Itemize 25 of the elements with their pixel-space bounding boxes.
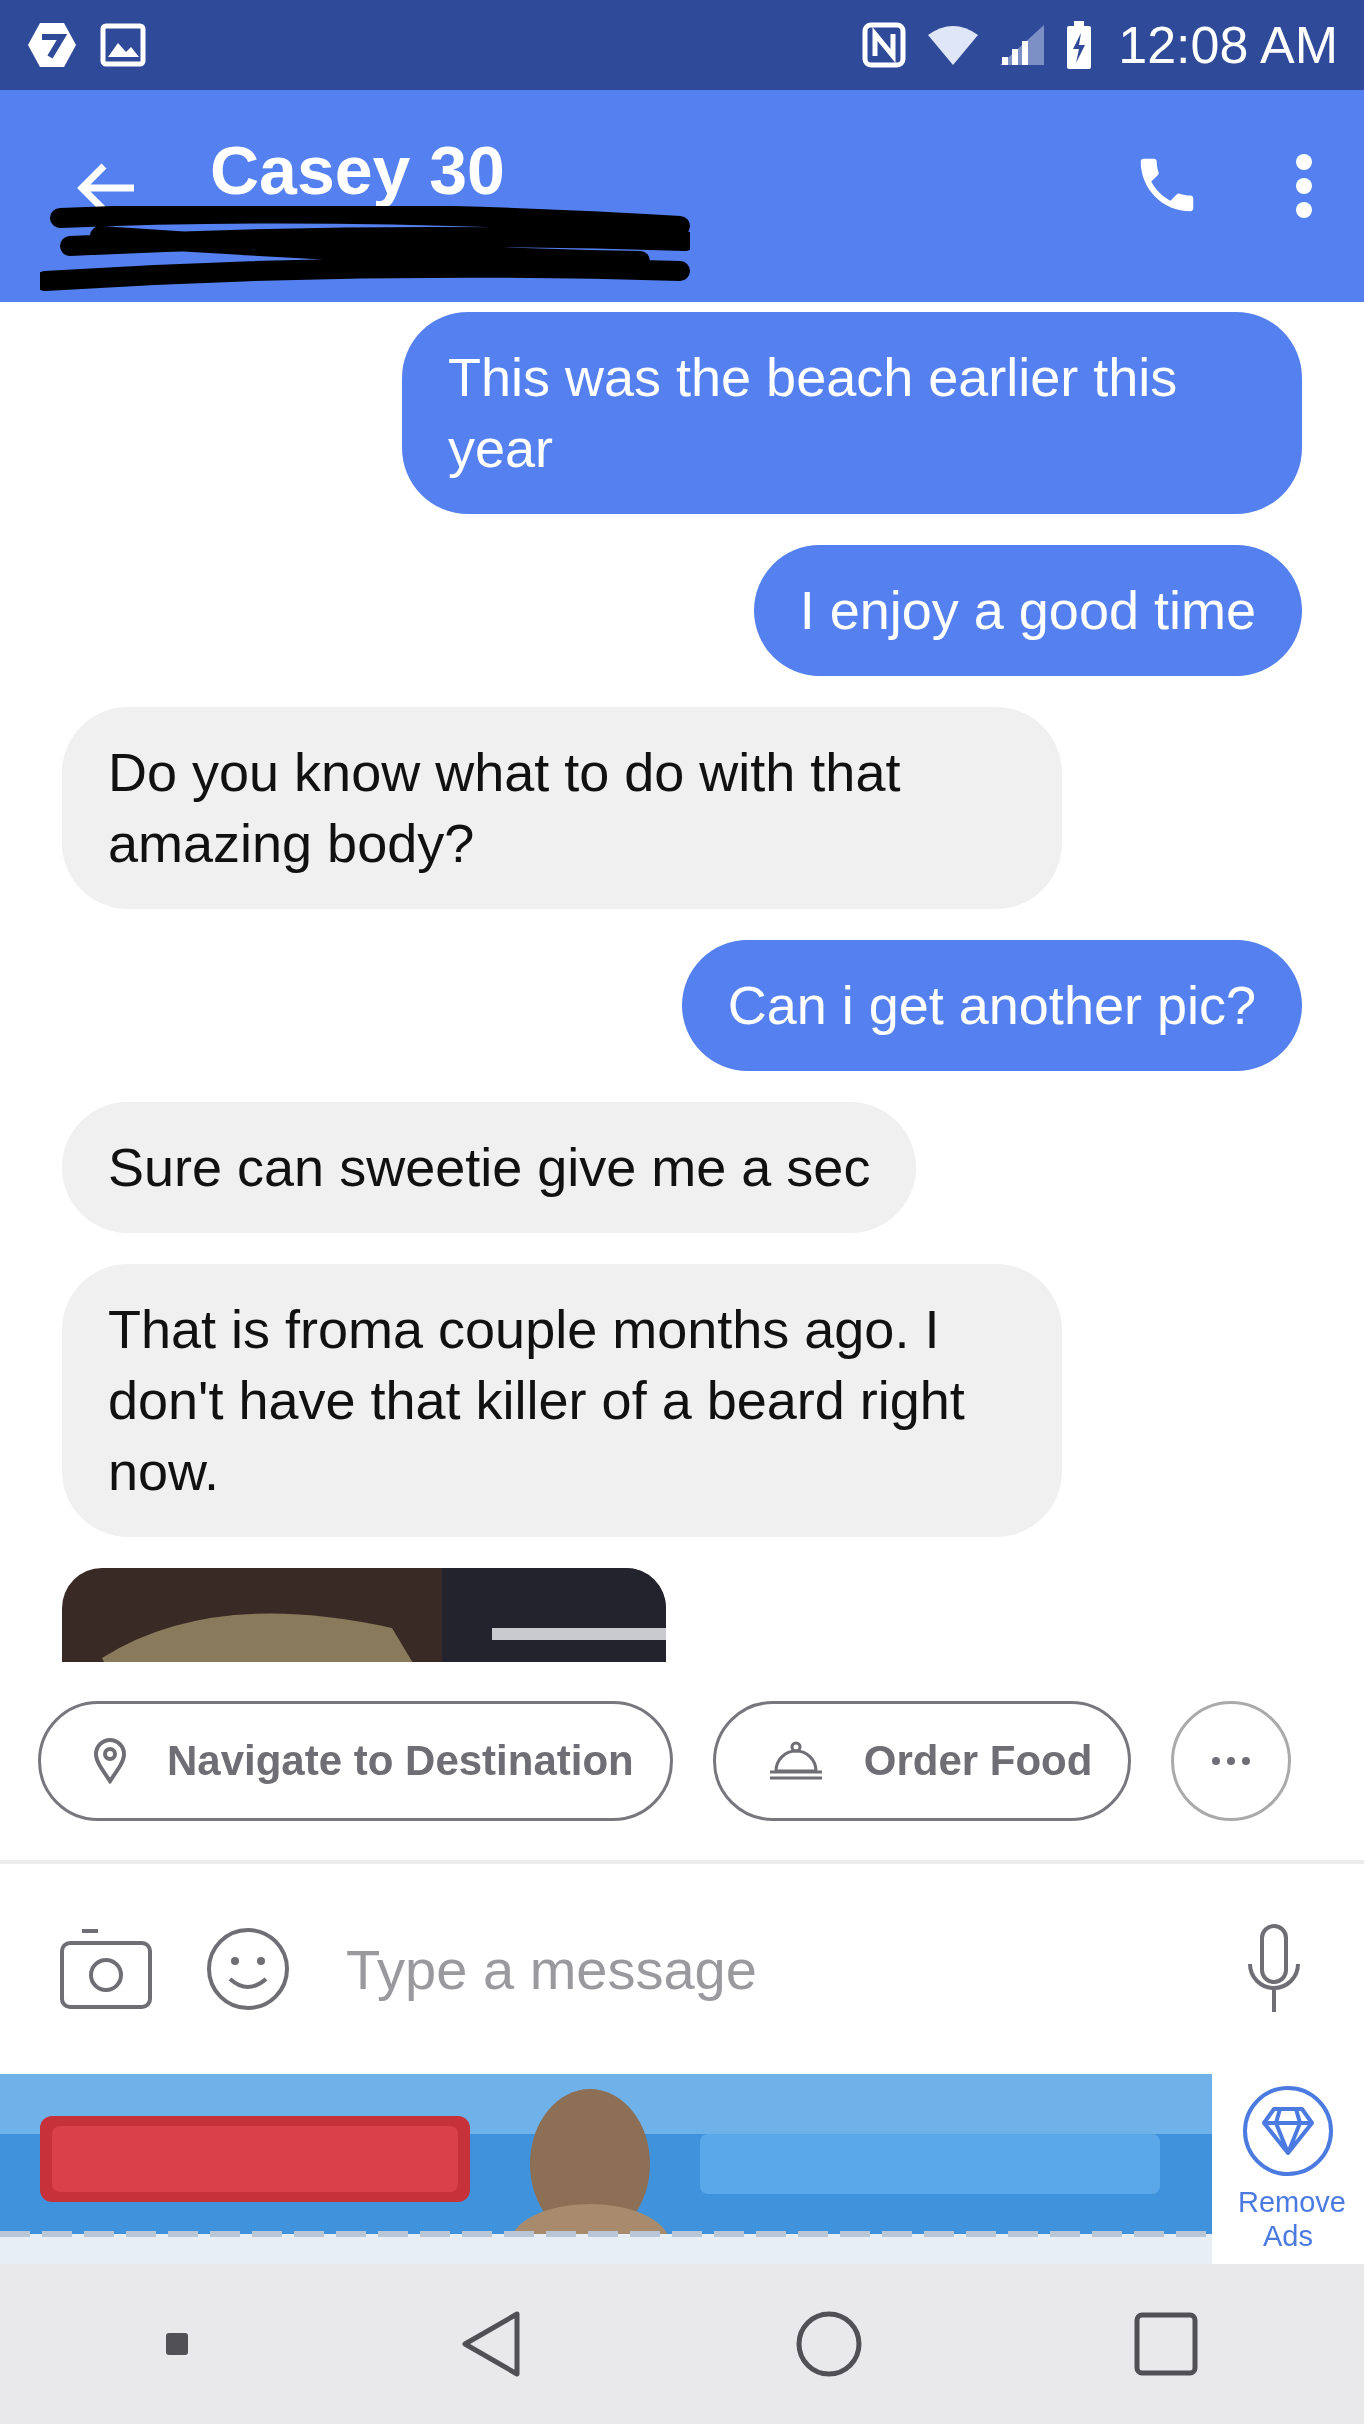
- order-food-chip[interactable]: Order Food: [712, 1701, 1132, 1821]
- message-field[interactable]: Type a message: [344, 1935, 1192, 2003]
- battery-icon: [1066, 21, 1093, 69]
- location-pin-icon: [93, 1738, 127, 1784]
- emoji-icon[interactable]: [206, 1927, 290, 2011]
- contact-name: Casey 30: [210, 131, 506, 210]
- recents-icon[interactable]: [1134, 2312, 1199, 2376]
- wifi-icon: [928, 25, 979, 65]
- signal-icon: [1000, 25, 1045, 65]
- nfc-icon: [862, 22, 907, 68]
- home-icon[interactable]: [794, 2310, 863, 2378]
- received-message: Do you know what to do with that amazing body?: [62, 707, 1062, 909]
- microphone-icon[interactable]: [1246, 1924, 1302, 2014]
- sent-message: Can i get another pic?: [681, 940, 1302, 1071]
- navigate-chip[interactable]: Navigate to Destination: [38, 1701, 673, 1821]
- food-cloche-icon: [767, 1741, 824, 1781]
- received-message: Sure can sweetie give me a sec: [62, 1102, 917, 1233]
- more-options-icon[interactable]: [1294, 154, 1314, 218]
- sent-message: This was the beach earlier this year: [402, 312, 1302, 514]
- ellipsis-icon: [1211, 1756, 1252, 1766]
- camera-icon[interactable]: [60, 1927, 152, 2011]
- received-message: That is froma couple months ago. I don't have that killer of a beard right now.: [62, 1264, 1062, 1537]
- status-time: 12:08 AM: [1118, 15, 1338, 75]
- sent-message: I enjoy a good time: [753, 545, 1302, 676]
- image-icon: [100, 23, 146, 67]
